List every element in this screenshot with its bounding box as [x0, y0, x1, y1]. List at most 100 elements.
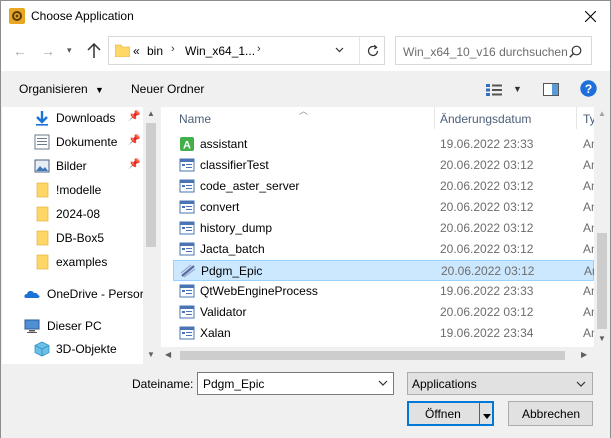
filetype-select[interactable]: Applications	[407, 372, 593, 395]
chevron-down-icon[interactable]	[378, 378, 388, 388]
nav-item-label: Bilder	[56, 159, 87, 173]
file-row-classifiertest[interactable]: classifierTest 20.06.2022 03:12 An	[173, 155, 594, 176]
organize-label: Organisieren	[19, 82, 88, 96]
cancel-button-label: Abbrechen	[522, 407, 581, 421]
file-type: An	[583, 137, 594, 151]
up-arrow-icon[interactable]	[87, 43, 101, 59]
folder-icon	[36, 182, 49, 198]
scroll-up-icon[interactable]: ▲	[598, 109, 606, 118]
cancel-button[interactable]: Abbrechen	[508, 401, 593, 426]
file-row-validator[interactable]: Validator 20.06.2022 03:12 An	[173, 302, 594, 323]
file-row-xalan[interactable]: Xalan 19.06.2022 23:34 An	[173, 323, 594, 344]
file-name: Jacta_batch	[200, 242, 265, 256]
file-type: An	[583, 158, 594, 172]
search-placeholder: Win_x64_10_v16 durchsuchen	[403, 45, 568, 59]
exe-icon	[179, 242, 195, 256]
nav-item-db-box5[interactable]: DB-Box5	[2, 227, 143, 249]
nav-item-bilder[interactable]: Bilder 📌	[2, 155, 143, 177]
file-name: Pdgm_Epic	[201, 264, 263, 278]
view-dropdown-icon[interactable]: ▼	[513, 84, 522, 94]
help-icon[interactable]: ?	[580, 80, 597, 97]
file-date: 20.06.2022 03:12	[441, 264, 535, 278]
organize-button[interactable]: Organisieren ▼	[19, 82, 104, 96]
column-separator[interactable]	[434, 107, 435, 129]
nav-item-label: 2024-08	[56, 207, 101, 221]
file-date: 20.06.2022 03:12	[440, 221, 534, 235]
pc-icon	[24, 319, 40, 333]
address-overflow[interactable]: «	[133, 44, 140, 58]
nav-item-label: Dokumente	[56, 135, 118, 149]
column-header-date[interactable]: Änderungsdatum	[440, 112, 531, 126]
search-icon[interactable]	[569, 45, 582, 58]
nav-item-label: !modelle	[56, 183, 102, 197]
nav-item-onedrive[interactable]: OneDrive - Persor	[2, 283, 143, 305]
scroll-up-icon[interactable]: ▲	[147, 109, 155, 118]
exe-icon	[179, 305, 195, 319]
new-folder-button[interactable]: Neuer Ordner	[131, 82, 204, 96]
preview-pane-icon[interactable]	[543, 83, 559, 96]
refresh-button[interactable]	[359, 37, 385, 64]
column-separator[interactable]	[576, 107, 577, 129]
file-row-assistant[interactable]: A assistant 19.06.2022 23:33 An	[173, 134, 594, 155]
nav-item-modelle[interactable]: !modelle	[2, 179, 143, 201]
search-input[interactable]: Win_x64_10_v16 durchsuchen	[395, 36, 592, 65]
file-row-convert[interactable]: convert 20.06.2022 03:12 An	[173, 197, 594, 218]
filename-input[interactable]: Pdgm_Epic	[197, 372, 394, 395]
file-date: 19.06.2022 23:33	[440, 137, 534, 151]
file-row-history-dump[interactable]: history_dump 20.06.2022 03:12 An	[173, 218, 594, 239]
back-arrow-icon[interactable]: ←	[13, 43, 27, 59]
choose-application-dialog: Choose Application ← → ▾ « bin › Win_x64…	[0, 0, 611, 438]
file-type: An	[583, 179, 594, 193]
exe-icon	[179, 284, 195, 298]
filetype-value: Applications	[412, 377, 477, 391]
file-name: classifierTest	[200, 158, 269, 172]
exe-icon	[179, 179, 195, 193]
address-bar[interactable]: « bin › Win_x64_1... ›	[108, 36, 385, 65]
file-row-pdgm-epic[interactable]: Pdgm_Epic 20.06.2022 03:12 An	[173, 260, 594, 281]
navigation-pane[interactable]: Downloads 📌 Dokumente 📌 Bilder 📌 !modell…	[2, 107, 143, 364]
3d-objects-icon	[34, 341, 50, 357]
file-row-code-aster-server[interactable]: code_aster_server 20.06.2022 03:12 An	[173, 176, 594, 197]
forward-arrow-icon[interactable]: →	[41, 43, 55, 59]
chevron-down-icon: ▼	[95, 85, 104, 95]
downloads-icon	[36, 111, 48, 126]
nav-item-3d-objekte[interactable]: 3D-Objekte	[2, 338, 143, 360]
breadcrumb-bin[interactable]: bin	[147, 44, 163, 58]
file-row-jacta-batch[interactable]: Jacta_batch 20.06.2022 03:12 An	[173, 239, 594, 260]
nav-item-2024-08[interactable]: 2024-08	[2, 203, 143, 225]
file-row-qtwebengineprocess[interactable]: QtWebEngineProcess 19.06.2022 23:33 An	[173, 281, 594, 302]
open-button[interactable]: Öffnen	[407, 401, 494, 426]
nav-pane-scroll-thumb[interactable]	[146, 123, 156, 247]
breadcrumb-win-x64[interactable]: Win_x64_1...	[185, 44, 255, 58]
svg-text:?: ?	[585, 82, 592, 96]
column-header-name[interactable]: Name	[179, 112, 211, 126]
view-options-icon[interactable]	[486, 84, 502, 96]
chevron-down-icon[interactable]	[335, 45, 344, 54]
dialog-footer: Dateiname: Pdgm_Epic Applications Öffnen…	[1, 364, 610, 438]
recent-locations-icon[interactable]: ▾	[67, 45, 72, 56]
nav-item-downloads[interactable]: Downloads 📌	[2, 107, 143, 129]
svg-text:A: A	[183, 140, 191, 152]
close-button[interactable]	[572, 2, 608, 30]
scroll-down-icon[interactable]: ▼	[598, 334, 606, 343]
chevron-right-icon[interactable]: ›	[171, 43, 175, 55]
nav-item-label: Downloads	[56, 111, 116, 125]
refresh-icon	[367, 44, 378, 56]
file-list-vertical-scroll-thumb[interactable]	[597, 233, 607, 329]
scroll-left-icon[interactable]: ◀	[165, 350, 171, 359]
column-header-type[interactable]: Ty	[583, 112, 594, 126]
file-list[interactable]: ︿ Name Änderungsdatum Ty A assistant 19.…	[161, 107, 594, 364]
nav-item-dokumente[interactable]: Dokumente 📌	[2, 131, 143, 153]
chevron-down-icon	[576, 381, 586, 387]
scroll-down-icon[interactable]: ▼	[147, 350, 155, 359]
filename-value: Pdgm_Epic	[203, 377, 265, 391]
nav-item-dieser-pc[interactable]: Dieser PC	[2, 315, 143, 337]
chevron-right-icon[interactable]: ›	[257, 43, 261, 55]
folder-icon	[36, 230, 49, 246]
sort-up-icon: ︿	[299, 107, 309, 116]
nav-item-examples[interactable]: examples	[2, 251, 143, 273]
file-list-horizontal-scroll-thumb[interactable]	[180, 351, 565, 360]
open-options-dropdown[interactable]	[483, 409, 491, 423]
scroll-right-icon[interactable]: ▶	[581, 350, 587, 359]
file-date: 20.06.2022 03:12	[440, 200, 534, 214]
